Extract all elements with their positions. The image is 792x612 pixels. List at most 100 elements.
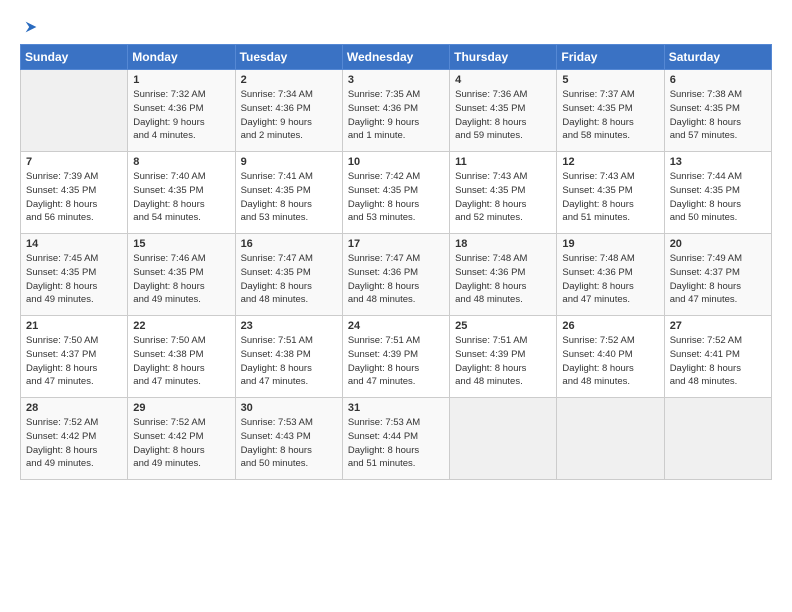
day-number: 30 (241, 402, 337, 414)
calendar-cell: 29Sunrise: 7:52 AM Sunset: 4:42 PM Dayli… (128, 398, 235, 480)
calendar-cell (664, 398, 771, 480)
calendar-cell (450, 398, 557, 480)
day-number: 7 (26, 156, 122, 168)
calendar-cell: 24Sunrise: 7:51 AM Sunset: 4:39 PM Dayli… (342, 316, 449, 398)
day-info: Sunrise: 7:39 AM Sunset: 4:35 PM Dayligh… (26, 170, 122, 225)
day-number: 8 (133, 156, 229, 168)
calendar-cell (21, 70, 128, 152)
day-info: Sunrise: 7:46 AM Sunset: 4:35 PM Dayligh… (133, 252, 229, 307)
day-info: Sunrise: 7:43 AM Sunset: 4:35 PM Dayligh… (562, 170, 658, 225)
weekday-header-saturday: Saturday (664, 45, 771, 70)
day-number: 9 (241, 156, 337, 168)
logo (20, 18, 40, 34)
weekday-header-wednesday: Wednesday (342, 45, 449, 70)
day-number: 6 (670, 74, 766, 86)
calendar-week-3: 14Sunrise: 7:45 AM Sunset: 4:35 PM Dayli… (21, 234, 772, 316)
day-number: 22 (133, 320, 229, 332)
day-number: 27 (670, 320, 766, 332)
calendar-cell: 18 Sunrise: 7:48 AM Sunset: 4:36 PM Dayli… (450, 234, 557, 316)
day-number: 4 (455, 74, 551, 86)
day-number: 2 (241, 74, 337, 86)
calendar-cell: 30 Sunrise: 7:53 AM Sunset: 4:43 PM Dayli… (235, 398, 342, 480)
day-info: Sunrise: 7:43 AM Sunset: 4:35 PM Dayligh… (455, 170, 551, 225)
calendar-cell: 23 Sunrise: 7:51 AM Sunset: 4:38 PM Dayli… (235, 316, 342, 398)
calendar-cell: 26Sunrise: 7:52 AM Sunset: 4:40 PM Dayli… (557, 316, 664, 398)
calendar-body: 1Sunrise: 7:32 AM Sunset: 4:36 PM Daylig… (21, 70, 772, 480)
day-number: 1 (133, 74, 229, 86)
calendar-cell: 20 Sunrise: 7:49 AM Sunset: 4:37 PM Dayli… (664, 234, 771, 316)
calendar-week-1: 1Sunrise: 7:32 AM Sunset: 4:36 PM Daylig… (21, 70, 772, 152)
day-info: Sunrise: 7:50 AM Sunset: 4:38 PM Dayligh… (133, 334, 229, 389)
calendar-cell: 8 Sunrise: 7:40 AM Sunset: 4:35 PM Daylig… (128, 152, 235, 234)
calendar-cell: 21 Sunrise: 7:50 AM Sunset: 4:37 PM Dayli… (21, 316, 128, 398)
calendar-cell: 27Sunrise: 7:52 AM Sunset: 4:41 PM Dayli… (664, 316, 771, 398)
day-number: 11 (455, 156, 551, 168)
calendar-cell: 12 Sunrise: 7:43 AM Sunset: 4:35 PM Dayli… (557, 152, 664, 234)
calendar-header: SundayMondayTuesdayWednesdayThursdayFrid… (21, 45, 772, 70)
day-number: 25 (455, 320, 551, 332)
calendar-week-4: 21 Sunrise: 7:50 AM Sunset: 4:37 PM Dayli… (21, 316, 772, 398)
calendar-week-2: 7 Sunrise: 7:39 AM Sunset: 4:35 PM Daylig… (21, 152, 772, 234)
calendar-cell: 10Sunrise: 7:42 AM Sunset: 4:35 PM Dayli… (342, 152, 449, 234)
day-info: Sunrise: 7:35 AM Sunset: 4:36 PM Dayligh… (348, 88, 444, 143)
day-info: Sunrise: 7:49 AM Sunset: 4:37 PM Dayligh… (670, 252, 766, 307)
calendar-cell: 22 Sunrise: 7:50 AM Sunset: 4:38 PM Dayli… (128, 316, 235, 398)
weekday-header-thursday: Thursday (450, 45, 557, 70)
day-info: Sunrise: 7:53 AM Sunset: 4:43 PM Dayligh… (241, 416, 337, 471)
day-number: 23 (241, 320, 337, 332)
day-info: Sunrise: 7:48 AM Sunset: 4:36 PM Dayligh… (455, 252, 551, 307)
day-number: 26 (562, 320, 658, 332)
calendar-cell: 1Sunrise: 7:32 AM Sunset: 4:36 PM Daylig… (128, 70, 235, 152)
day-number: 18 (455, 238, 551, 250)
calendar-cell: 16Sunrise: 7:47 AM Sunset: 4:35 PM Dayli… (235, 234, 342, 316)
day-number: 20 (670, 238, 766, 250)
calendar-cell: 7 Sunrise: 7:39 AM Sunset: 4:35 PM Daylig… (21, 152, 128, 234)
weekday-header-monday: Monday (128, 45, 235, 70)
day-info: Sunrise: 7:53 AM Sunset: 4:44 PM Dayligh… (348, 416, 444, 471)
day-info: Sunrise: 7:41 AM Sunset: 4:35 PM Dayligh… (241, 170, 337, 225)
calendar-cell: 31 Sunrise: 7:53 AM Sunset: 4:44 PM Dayli… (342, 398, 449, 480)
day-number: 24 (348, 320, 444, 332)
day-info: Sunrise: 7:38 AM Sunset: 4:35 PM Dayligh… (670, 88, 766, 143)
day-number: 17 (348, 238, 444, 250)
calendar-cell (557, 398, 664, 480)
weekday-header-row: SundayMondayTuesdayWednesdayThursdayFrid… (21, 45, 772, 70)
day-number: 29 (133, 402, 229, 414)
day-info: Sunrise: 7:40 AM Sunset: 4:35 PM Dayligh… (133, 170, 229, 225)
day-number: 13 (670, 156, 766, 168)
day-info: Sunrise: 7:37 AM Sunset: 4:35 PM Dayligh… (562, 88, 658, 143)
day-number: 14 (26, 238, 122, 250)
calendar-table: SundayMondayTuesdayWednesdayThursdayFrid… (20, 44, 772, 480)
day-info: Sunrise: 7:44 AM Sunset: 4:35 PM Dayligh… (670, 170, 766, 225)
calendar-cell: 6 Sunrise: 7:38 AM Sunset: 4:35 PM Daylig… (664, 70, 771, 152)
day-number: 21 (26, 320, 122, 332)
day-number: 5 (562, 74, 658, 86)
day-info: Sunrise: 7:42 AM Sunset: 4:35 PM Dayligh… (348, 170, 444, 225)
day-info: Sunrise: 7:51 AM Sunset: 4:38 PM Dayligh… (241, 334, 337, 389)
calendar-cell: 4 Sunrise: 7:36 AM Sunset: 4:35 PM Daylig… (450, 70, 557, 152)
calendar-week-5: 28Sunrise: 7:52 AM Sunset: 4:42 PM Dayli… (21, 398, 772, 480)
day-info: Sunrise: 7:51 AM Sunset: 4:39 PM Dayligh… (455, 334, 551, 389)
calendar-cell: 3 Sunrise: 7:35 AM Sunset: 4:36 PM Daylig… (342, 70, 449, 152)
calendar-cell: 19 Sunrise: 7:48 AM Sunset: 4:36 PM Dayli… (557, 234, 664, 316)
calendar-cell: 2 Sunrise: 7:34 AM Sunset: 4:36 PM Daylig… (235, 70, 342, 152)
calendar-cell: 13 Sunrise: 7:44 AM Sunset: 4:35 PM Dayli… (664, 152, 771, 234)
day-info: Sunrise: 7:47 AM Sunset: 4:36 PM Dayligh… (348, 252, 444, 307)
calendar-cell: 5 Sunrise: 7:37 AM Sunset: 4:35 PM Daylig… (557, 70, 664, 152)
calendar-cell: 9 Sunrise: 7:41 AM Sunset: 4:35 PM Daylig… (235, 152, 342, 234)
day-info: Sunrise: 7:36 AM Sunset: 4:35 PM Dayligh… (455, 88, 551, 143)
calendar-cell: 28Sunrise: 7:52 AM Sunset: 4:42 PM Dayli… (21, 398, 128, 480)
day-number: 28 (26, 402, 122, 414)
day-number: 12 (562, 156, 658, 168)
weekday-header-sunday: Sunday (21, 45, 128, 70)
page: SundayMondayTuesdayWednesdayThursdayFrid… (0, 0, 792, 612)
header (20, 18, 772, 34)
day-number: 19 (562, 238, 658, 250)
calendar-cell: 25 Sunrise: 7:51 AM Sunset: 4:39 PM Dayli… (450, 316, 557, 398)
day-info: Sunrise: 7:50 AM Sunset: 4:37 PM Dayligh… (26, 334, 122, 389)
day-number: 31 (348, 402, 444, 414)
calendar-cell: 17 Sunrise: 7:47 AM Sunset: 4:36 PM Dayli… (342, 234, 449, 316)
day-info: Sunrise: 7:48 AM Sunset: 4:36 PM Dayligh… (562, 252, 658, 307)
day-number: 3 (348, 74, 444, 86)
day-info: Sunrise: 7:34 AM Sunset: 4:36 PM Dayligh… (241, 88, 337, 143)
